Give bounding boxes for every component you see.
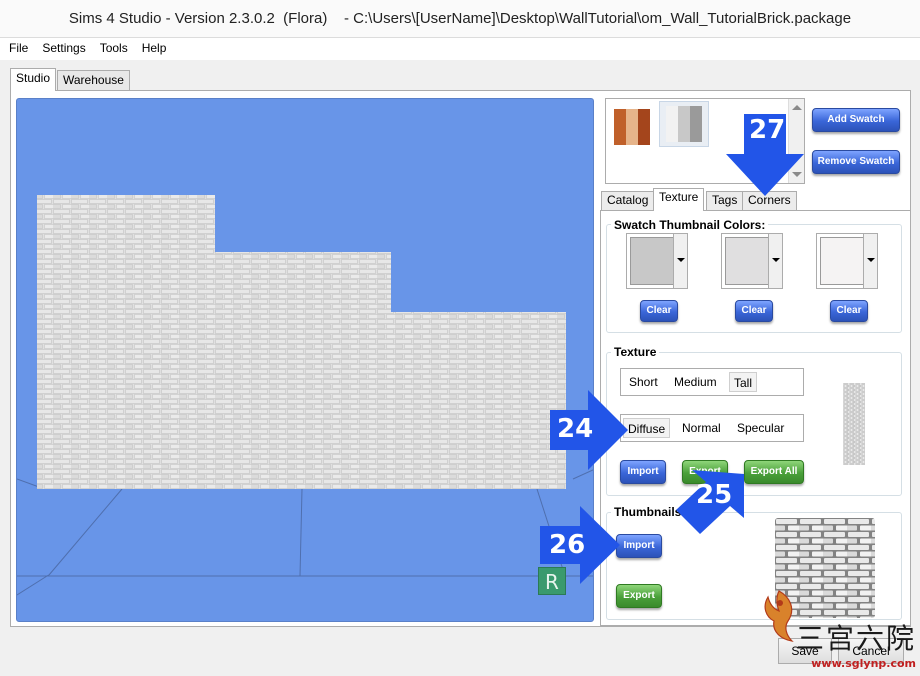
texture-title: Texture: [611, 345, 660, 359]
color-preview-1: [630, 237, 675, 285]
scroll-up-icon[interactable]: [792, 105, 802, 110]
swatch-scrollbar[interactable]: [788, 99, 804, 183]
size-tall[interactable]: Tall: [729, 372, 758, 392]
annotation-24: 24: [557, 414, 594, 444]
size-medium[interactable]: Medium: [670, 372, 721, 392]
rotate-gizmo-icon[interactable]: R: [538, 567, 566, 595]
annotation-25: 25: [696, 480, 733, 510]
menu-bar: File Settings Tools Help: [0, 38, 920, 60]
clear-color-1-button[interactable]: Clear: [640, 300, 678, 322]
texture-preview: [843, 383, 865, 465]
window-title: Sims 4 Studio - Version 2.3.0.2 (Flora) …: [0, 0, 920, 38]
watermark: 三宫六院 www.sglynp.com: [764, 590, 916, 670]
viewport-scene: [17, 195, 593, 596]
map-specular[interactable]: Specular: [733, 418, 788, 438]
tab-warehouse[interactable]: Warehouse: [57, 70, 130, 90]
texture-map-selector: Diffuse Normal Specular: [620, 414, 804, 442]
menu-file[interactable]: File: [0, 38, 33, 58]
scroll-down-icon[interactable]: [792, 172, 802, 177]
swatch-colors-title: Swatch Thumbnail Colors:: [611, 218, 769, 232]
tab-studio[interactable]: Studio: [10, 68, 57, 91]
chevron-down-icon: [772, 258, 780, 262]
color-picker-1[interactable]: [626, 233, 688, 289]
texture-export-all-button[interactable]: Export All: [744, 460, 804, 484]
menu-settings[interactable]: Settings: [33, 38, 90, 58]
color-picker-3[interactable]: [816, 233, 878, 289]
swatch-item-2[interactable]: [659, 101, 709, 147]
thumbnail-import-button[interactable]: Import: [616, 534, 662, 558]
menu-tools[interactable]: Tools: [91, 38, 133, 58]
chevron-down-icon: [867, 258, 875, 262]
color-dropdown-3[interactable]: [863, 234, 877, 288]
phoenix-logo-icon: [764, 590, 794, 642]
swatch-2-icon: [666, 106, 702, 142]
clear-color-2-button[interactable]: Clear: [735, 300, 773, 322]
color-preview-2: [725, 237, 770, 285]
tab-tags[interactable]: Tags: [706, 191, 744, 210]
texture-size-selector: Short Medium Tall: [620, 368, 804, 396]
watermark-text: 三宫六院: [795, 622, 916, 655]
thumbnail-export-button[interactable]: Export: [616, 584, 662, 608]
map-normal[interactable]: Normal: [678, 418, 725, 438]
color-dropdown-1[interactable]: [673, 234, 687, 288]
map-diffuse[interactable]: Diffuse: [623, 418, 671, 438]
menu-help[interactable]: Help: [133, 38, 172, 58]
size-short[interactable]: Short: [625, 372, 662, 392]
watermark-url: www.sglynp.com: [811, 657, 916, 670]
tab-corners[interactable]: Corners: [742, 191, 797, 210]
swatch-1-icon: [614, 109, 650, 145]
add-swatch-button[interactable]: Add Swatch: [812, 108, 900, 132]
3d-viewport[interactable]: [16, 98, 594, 622]
remove-swatch-button[interactable]: Remove Swatch: [812, 150, 900, 174]
thumbnails-title: Thumbnails: [611, 505, 685, 519]
color-dropdown-2[interactable]: [768, 234, 782, 288]
tab-texture[interactable]: Texture: [653, 188, 705, 211]
clear-color-3-button[interactable]: Clear: [830, 300, 868, 322]
color-picker-2[interactable]: [721, 233, 783, 289]
swatch-item-1[interactable]: [612, 105, 652, 149]
color-preview-3: [820, 237, 865, 285]
annotation-27: 27: [749, 115, 786, 145]
texture-import-button[interactable]: Import: [620, 460, 666, 484]
annotation-26: 26: [549, 530, 586, 560]
chevron-down-icon: [677, 258, 685, 262]
tab-catalog[interactable]: Catalog: [601, 191, 655, 210]
